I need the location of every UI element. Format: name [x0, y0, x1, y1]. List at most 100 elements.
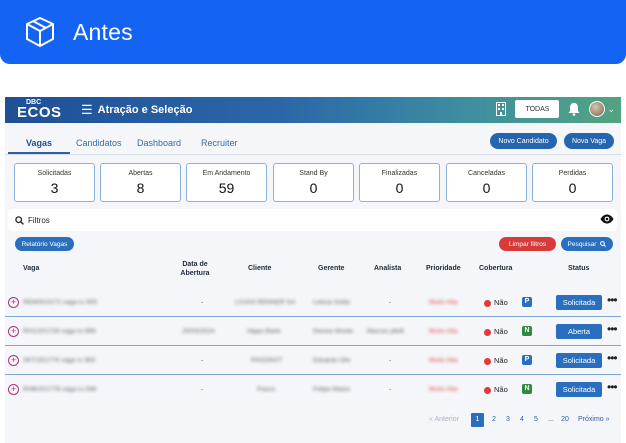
stat-value: 0: [309, 180, 318, 196]
search-icon: [600, 241, 607, 247]
active-tab-indicator: [8, 152, 70, 154]
logo-main-text: ECOS: [17, 104, 62, 121]
header-vaga[interactable]: Vaga: [23, 265, 39, 272]
cell-vaga[interactable]: REM/910172 vaga ru 905: [23, 299, 97, 306]
cell-data: -: [201, 386, 204, 393]
cell-gerente: Felipe Matos: [313, 386, 351, 393]
cell-analista: Marcos pfeifi: [367, 328, 404, 335]
stats-cards: Solicitadas 3 Abertas 8 Em Andamento 59 …: [14, 163, 617, 202]
stat-value: 0: [568, 180, 577, 196]
table-row[interactable]: + RH1/201726 vaga ru 989 25/03/2024 Hipp…: [5, 318, 621, 346]
cell-cliente: Pasco: [257, 386, 276, 393]
stat-card-perdidas[interactable]: Perdidas 0: [532, 163, 613, 202]
stat-card-solicitadas[interactable]: Solicitadas 3: [14, 163, 95, 202]
cell-data: -: [201, 299, 204, 306]
cobertura-indicator: Não: [484, 327, 508, 336]
cell-prioridade: Muito Alta: [429, 386, 458, 393]
header-prioridade[interactable]: Prioridade: [426, 265, 461, 272]
header-analista[interactable]: Analista: [374, 265, 401, 272]
filter-bar[interactable]: Filtros: [8, 209, 617, 231]
more-options-icon[interactable]: •••: [607, 351, 618, 365]
pagination-next[interactable]: Próximo »: [578, 413, 610, 427]
tab-candidatos[interactable]: Candidatos: [76, 138, 122, 148]
search-button[interactable]: Pesquisar: [561, 237, 613, 251]
stat-card-abertas[interactable]: Abertas 8: [100, 163, 181, 202]
header-cobertura[interactable]: Cobertura: [479, 265, 512, 272]
more-options-icon[interactable]: •••: [607, 293, 618, 307]
page-button[interactable]: 2: [489, 413, 499, 427]
cell-prioridade: Muito Alta: [429, 328, 458, 335]
expand-plus-icon[interactable]: +: [8, 326, 19, 337]
company-select[interactable]: TODAS: [515, 100, 560, 118]
stat-label: Perdidas: [558, 170, 587, 177]
page-button[interactable]: 5: [531, 413, 541, 427]
p-badge-icon: P: [522, 297, 532, 307]
more-options-icon[interactable]: •••: [607, 322, 618, 336]
header-cliente[interactable]: Cliente: [248, 265, 271, 272]
status-badge[interactable]: Aberta: [556, 324, 602, 339]
red-dot-icon: [484, 299, 491, 307]
cell-vaga[interactable]: SKT/201774 vaga ru 963: [23, 357, 95, 364]
cell-cobertura: Não: [494, 298, 508, 307]
page-button[interactable]: 4: [517, 413, 527, 427]
status-badge[interactable]: Solicitada: [556, 382, 602, 397]
expand-plus-icon[interactable]: +: [8, 355, 19, 366]
red-dot-icon: [484, 386, 491, 394]
status-badge[interactable]: Solicitada: [556, 353, 602, 368]
cell-vaga[interactable]: RH1/201726 vaga ru 989: [23, 328, 96, 335]
tab-recruiter[interactable]: Recruiter: [201, 138, 238, 148]
tab-vagas[interactable]: Vagas: [26, 138, 52, 148]
hamburger-icon[interactable]: ☰: [81, 102, 93, 118]
stat-value: 3: [50, 180, 59, 196]
tab-dashboard[interactable]: Dashboard: [137, 138, 181, 148]
new-candidate-button[interactable]: Novo Candidato: [490, 133, 557, 149]
app-title: Atração e Seleção: [97, 104, 193, 116]
stat-card-stand-by[interactable]: Stand By 0: [273, 163, 354, 202]
eye-icon[interactable]: [600, 214, 614, 224]
stat-value: 8: [136, 180, 145, 196]
page-button[interactable]: 1: [471, 413, 484, 427]
page-button[interactable]: 3: [503, 413, 513, 427]
stat-card-finalizadas[interactable]: Finalizadas 0: [359, 163, 440, 202]
cell-cliente: Hippo Bank: [247, 328, 281, 335]
cell-vaga[interactable]: RHB/201778 vaga ru 598: [23, 386, 96, 393]
cell-analista: -: [389, 386, 392, 393]
avatar[interactable]: [589, 101, 606, 117]
stat-label: Solicitadas: [37, 170, 72, 177]
stat-label: Stand By: [299, 170, 328, 177]
cell-cobertura: Não: [494, 356, 508, 365]
new-job-button[interactable]: Nova Vaga: [564, 133, 614, 149]
expand-plus-icon[interactable]: +: [8, 297, 19, 308]
stat-label: Em Andamento: [202, 170, 251, 177]
building-icon: [495, 101, 507, 117]
table-row[interactable]: + SKT/201774 vaga ru 963 - PAGONXT Eduar…: [5, 347, 621, 375]
more-options-icon[interactable]: •••: [607, 380, 618, 394]
n-badge-icon: N: [522, 384, 532, 394]
app-topbar: DBC ECOS ☰ Atração e Seleção TODAS ⌄: [5, 97, 621, 123]
cell-gerente: Denise Monte: [313, 328, 354, 335]
banner-title: Antes: [73, 18, 133, 45]
status-badge[interactable]: Solicitada: [556, 295, 602, 310]
page-button[interactable]: 20: [558, 413, 572, 427]
cell-cliente: LOJAS RENNER SA: [235, 299, 296, 306]
expand-plus-icon[interactable]: +: [8, 384, 19, 395]
tab-bar: Vagas Candidatos Dashboard Recruiter Nov…: [5, 131, 621, 155]
header-gerente[interactable]: Gerente: [318, 265, 344, 272]
table-row[interactable]: + RHB/201778 vaga ru 598 - Pasco Felipe …: [5, 376, 621, 404]
report-button[interactable]: Relatório Vagas: [15, 237, 74, 251]
header-data-abertura[interactable]: Data de Abertura: [173, 260, 217, 278]
ecos-logo[interactable]: DBC ECOS: [11, 99, 67, 121]
header-status[interactable]: Status: [568, 265, 589, 272]
clear-filters-button[interactable]: Limpar filtros: [499, 237, 556, 251]
cell-cobertura: Não: [494, 385, 508, 394]
p-badge-icon: P: [522, 355, 532, 365]
chevron-down-icon[interactable]: ⌄: [607, 104, 615, 115]
stat-card-canceladas[interactable]: Canceladas 0: [446, 163, 527, 202]
stat-card-em-andamento[interactable]: Em Andamento 59: [186, 163, 267, 202]
search-button-label: Pesquisar: [567, 240, 597, 248]
bell-icon[interactable]: [567, 101, 581, 117]
table-row[interactable]: + REM/910172 vaga ru 905 - LOJAS RENNER …: [5, 289, 621, 317]
stat-value: 59: [218, 180, 235, 196]
pagination-prev[interactable]: « Anterior: [429, 413, 459, 427]
stat-value: 0: [482, 180, 491, 196]
